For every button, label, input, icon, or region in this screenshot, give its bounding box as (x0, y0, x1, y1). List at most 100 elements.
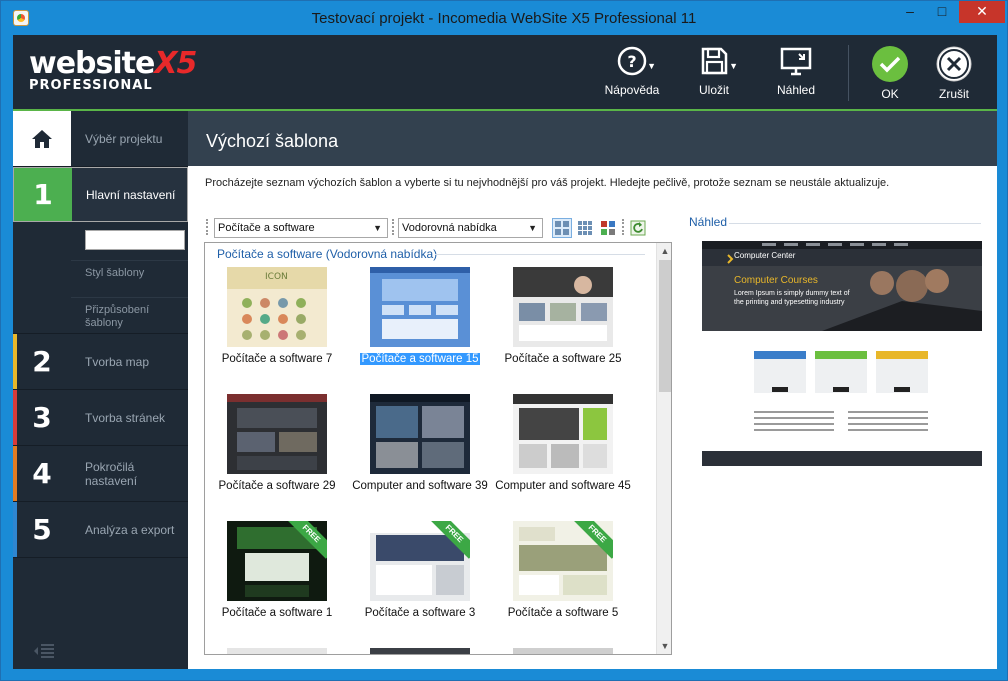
sidebar: Výběr projektu 1 Hlavní nastavení Výběr … (13, 111, 188, 669)
sidebar-step-4[interactable]: 4 Pokročilá nastavení (13, 446, 188, 501)
page-title: Výchozí šablona (206, 131, 339, 151)
sidebar-item-home[interactable]: Výběr projektu (13, 111, 188, 166)
sidebar-step-3[interactable]: 3 Tvorba stránek (13, 390, 188, 445)
monitor-icon (780, 47, 812, 76)
main-toolbar: websiteX5 PROFESSIONAL ? ▼ Nápověda ▼ Ul… (13, 35, 997, 111)
color-view-button[interactable] (598, 218, 618, 238)
refresh-button[interactable] (628, 218, 648, 238)
vertical-scrollbar[interactable]: ▲ ▼ (656, 243, 671, 654)
template-thumbnail (370, 394, 470, 474)
close-button[interactable]: ✕ (959, 1, 1005, 23)
sidebar-step-2[interactable]: 2 Tvorba map (13, 334, 188, 389)
chevron-down-icon: ▼ (729, 61, 738, 71)
template-name: Computer and software 45 (495, 480, 631, 492)
toolbar-grip[interactable] (206, 219, 209, 235)
chevron-down-icon: ▼ (373, 223, 382, 233)
toolbar-grip (392, 219, 395, 235)
save-button[interactable]: ▼ Uložit (682, 45, 746, 107)
main-content: Výchozí šablona Procházejte seznam výcho… (188, 111, 997, 669)
template-name: Počítače a software 29 (218, 480, 336, 492)
group-title: Počítače a software (Vodorovná nabídka) (217, 247, 438, 261)
template-thumbnail: FREE (370, 521, 470, 601)
template-name: Počítače a software 7 (221, 353, 333, 365)
template-thumbnail-partial (513, 648, 613, 654)
title-bar: Testovací projekt - Incomedia WebSite X5… (1, 1, 1007, 35)
sidebar-step-1[interactable]: 1 Hlavní nastavení (13, 167, 188, 222)
grid-large-icon (555, 221, 569, 235)
template-list: Počítače a software (Vodorovná nabídka) … (204, 242, 672, 655)
close-icon (936, 46, 972, 82)
template-thumbnail-partial (370, 648, 470, 654)
sidebar-divider (71, 260, 188, 261)
template-thumbnail (513, 267, 613, 347)
template-thumbnail-partial (227, 648, 327, 654)
scroll-down-icon[interactable]: ▼ (657, 638, 671, 654)
template-item[interactable]: ICON Počítače a software 7 (209, 267, 345, 377)
template-thumbnail: FREE (513, 521, 613, 601)
template-item[interactable]: Počítače a software 29 (209, 394, 345, 504)
window-bottom-border (13, 669, 997, 680)
template-item[interactable]: Počítače a software 15 (352, 267, 488, 377)
template-item[interactable]: Počítače a software 25 (495, 267, 631, 377)
template-item[interactable]: FREE Počítače a software 5 (495, 521, 631, 631)
chevron-down-icon: ▼ (528, 223, 537, 233)
template-thumbnail: FREE (227, 521, 327, 601)
toolbar-divider (848, 45, 849, 101)
svg-text:?: ? (627, 52, 636, 71)
window-title: Testovací projekt - Incomedia WebSite X5… (311, 10, 697, 27)
small-thumbnails-view-button[interactable] (575, 218, 595, 238)
template-thumbnail: ICON (227, 267, 327, 347)
scroll-thumb[interactable] (659, 260, 671, 392)
template-thumbnail (513, 394, 613, 474)
floppy-disk-icon (701, 47, 728, 75)
collapse-sidebar-icon[interactable] (33, 643, 55, 659)
preview-body: Lorem Ipsum is simply dummy text of the … (734, 290, 850, 306)
chevron-down-icon: ▼ (647, 61, 656, 71)
preview-button[interactable]: Náhled (764, 45, 828, 107)
maximize-button[interactable]: □ (927, 1, 957, 23)
scroll-up-icon[interactable]: ▲ (657, 243, 671, 259)
sidebar-subitem-template-style[interactable]: Styl šablony (85, 267, 185, 280)
group-divider (435, 254, 645, 255)
grid-small-icon (578, 221, 592, 235)
preview-heading: Computer Courses (734, 275, 818, 286)
sidebar-subitem-template-selection[interactable]: Výběr šablony (85, 230, 185, 250)
home-icon (13, 111, 71, 166)
template-name: Computer and software 39 (352, 480, 488, 492)
svg-text:ICON: ICON (265, 272, 288, 282)
cancel-button[interactable]: Zrušit (922, 45, 986, 107)
template-thumbnail (227, 394, 327, 474)
preview-section-label: Náhled (689, 215, 728, 229)
sidebar-divider (71, 297, 188, 298)
template-name: Počítače a software 25 (504, 353, 622, 365)
template-name: Počítače a software 3 (364, 607, 476, 619)
large-thumbnails-view-button[interactable] (552, 218, 572, 238)
color-grid-icon (601, 221, 615, 235)
template-thumbnail (370, 267, 470, 347)
template-item[interactable]: FREE Počítače a software 1 (209, 521, 345, 631)
template-name: Počítače a software 1 (221, 607, 333, 619)
preview-divider (729, 223, 981, 224)
toolbar-grip (622, 219, 625, 235)
category-select[interactable]: Počítače a software ▼ (214, 218, 388, 238)
minimize-button[interactable]: – (895, 1, 925, 23)
template-preview: Computer Center Computer Courses Lorem I… (702, 241, 982, 466)
template-item[interactable]: Computer and software 39 (352, 394, 488, 504)
sidebar-step-5[interactable]: 5 Analýza a export (13, 502, 188, 557)
menu-type-select[interactable]: Vodorovná nabídka ▼ (398, 218, 543, 238)
page-header: Výchozí šablona (188, 111, 997, 166)
template-name: Počítače a software 15 (359, 353, 481, 365)
help-button[interactable]: ? ▼ Nápověda (600, 45, 664, 107)
app-window: Testovací projekt - Incomedia WebSite X5… (0, 0, 1008, 681)
ok-button[interactable]: OK (858, 45, 922, 107)
template-name: Počítače a software 5 (507, 607, 619, 619)
help-icon: ? (617, 46, 647, 76)
page-description: Procházejte seznam výchozích šablon a vy… (205, 177, 890, 189)
check-icon (872, 46, 908, 82)
product-logo: websiteX5 PROFESSIONAL (29, 46, 197, 93)
sidebar-subitem-template-customize[interactable]: Přizpůsobení šablony (85, 304, 185, 330)
template-item[interactable]: Computer and software 45 (495, 394, 631, 504)
template-item[interactable]: FREE Počítače a software 3 (352, 521, 488, 631)
preview-brand: Computer Center (734, 251, 796, 260)
refresh-icon (630, 220, 646, 236)
